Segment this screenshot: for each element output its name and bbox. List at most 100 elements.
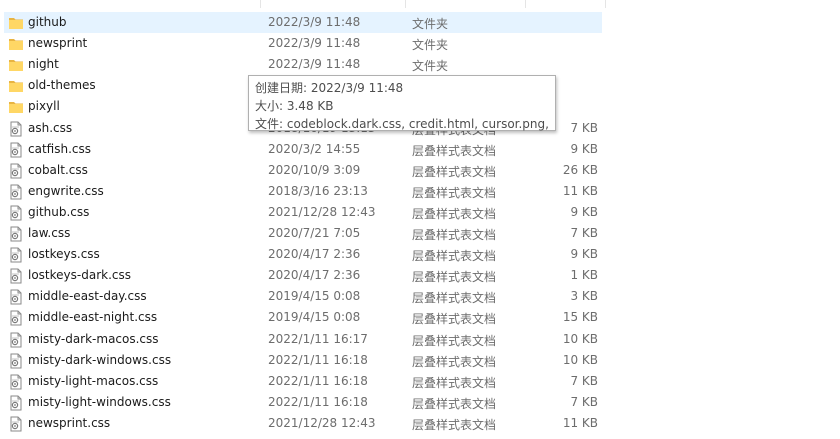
- file-row[interactable]: cobalt.css 2020/10/9 3:09 层叠样式表文档 26 KB: [4, 160, 602, 181]
- file-size: 3 KB: [570, 289, 598, 304]
- folder-row[interactable]: night 2022/3/9 11:48 文件夹: [4, 54, 602, 75]
- file-date-modified: 2022/3/9 11:48: [268, 36, 361, 51]
- column-divider: [405, 0, 406, 8]
- css-file-icon: [8, 142, 24, 158]
- file-name: misty-light-windows.css: [28, 394, 171, 409]
- file-type: 层叠样式表文档: [412, 291, 497, 306]
- file-row[interactable]: catfish.css 2020/3/2 14:55 层叠样式表文档 9 KB: [4, 139, 602, 160]
- css-file-icon: [8, 247, 24, 263]
- file-type: 文件夹: [412, 59, 449, 74]
- file-row[interactable]: middle-east-day.css 2019/4/15 0:08 层叠样式表文档…: [4, 286, 602, 307]
- file-name: misty-dark-macos.css: [28, 331, 159, 346]
- css-file-icon: [8, 395, 24, 411]
- file-date-modified: 2022/1/11 16:18: [268, 394, 368, 409]
- file-name: ash.css: [28, 120, 73, 135]
- file-row[interactable]: misty-light-windows.css 2022/1/11 16:18 层叠…: [4, 392, 602, 413]
- file-name: lostkeys.css: [28, 247, 100, 262]
- file-size: 10 KB: [562, 331, 598, 346]
- file-type: 层叠样式表文档: [412, 354, 497, 369]
- file-name: github.css: [28, 204, 90, 219]
- file-name: night: [28, 57, 59, 72]
- css-file-icon: [8, 310, 24, 326]
- file-date-modified: 2021/12/28 12:43: [268, 415, 376, 430]
- file-row[interactable]: github.css 2021/12/28 12:43 层叠样式表文档 9 KB: [4, 202, 602, 223]
- file-size: 9 KB: [570, 204, 598, 219]
- file-date-modified: 2022/1/11 16:17: [268, 331, 368, 346]
- folder-icon: [8, 36, 24, 52]
- file-type: 文件夹: [412, 38, 449, 53]
- folder-row[interactable]: newsprint 2022/3/9 11:48 文件夹: [4, 33, 602, 54]
- file-date-modified: 2019/4/15 0:08: [268, 310, 361, 325]
- css-file-icon: [8, 416, 24, 432]
- css-file-icon: [8, 268, 24, 284]
- file-size: 1 KB: [570, 268, 598, 283]
- file-size: 10 KB: [562, 352, 598, 367]
- column-divider: [525, 0, 526, 8]
- file-name: middle-east-day.css: [28, 289, 147, 304]
- file-row[interactable]: misty-light-macos.css 2022/1/11 16:18 层叠样式…: [4, 371, 602, 392]
- css-file-icon: [8, 374, 24, 390]
- file-name: engwrite.css: [28, 183, 104, 198]
- file-size: 26 KB: [562, 162, 598, 177]
- file-size: 7 KB: [570, 373, 598, 388]
- folder-icon: [8, 15, 24, 31]
- file-size: 7 KB: [570, 226, 598, 240]
- folder-row[interactable]: github 2022/3/9 11:48 文件夹: [4, 12, 602, 33]
- file-date-modified: 2020/4/17 2:36: [268, 247, 361, 262]
- file-name: pixyll: [28, 99, 60, 114]
- file-type: 层叠样式表文档: [412, 333, 497, 348]
- file-name: github: [28, 15, 67, 29]
- file-type: 层叠样式表文档: [412, 206, 497, 221]
- file-type: 层叠样式表文档: [412, 185, 497, 200]
- file-name: law.css: [28, 226, 71, 240]
- file-row[interactable]: engwrite.css 2018/3/16 23:13 层叠样式表文档 11 KB: [4, 181, 602, 202]
- file-type: 层叠样式表文档: [412, 375, 497, 390]
- file-type: 层叠样式表文档: [412, 312, 497, 327]
- file-date-modified: 2018/3/16 23:13: [268, 183, 368, 198]
- file-row[interactable]: newsprint.css 2021/12/28 12:43 层叠样式表文档 11 K…: [4, 413, 602, 434]
- css-file-icon: [8, 163, 24, 179]
- file-size: 11 KB: [562, 415, 598, 430]
- file-row[interactable]: lostkeys.css 2020/4/17 2:36 层叠样式表文档 9 KB: [4, 244, 602, 265]
- file-type: 层叠样式表文档: [412, 396, 497, 411]
- file-name: cobalt.css: [28, 162, 88, 177]
- file-row[interactable]: misty-dark-windows.css 2022/1/11 16:18 层叠样…: [4, 350, 602, 371]
- file-name: catfish.css: [28, 141, 91, 156]
- file-row[interactable]: misty-dark-macos.css 2022/1/11 16:17 层叠样式表…: [4, 329, 602, 350]
- file-name: misty-dark-windows.css: [28, 352, 172, 367]
- file-size: 15 KB: [562, 310, 598, 325]
- file-row[interactable]: lostkeys-dark.css 2020/4/17 2:36 层叠样式表文档 1 …: [4, 265, 602, 286]
- css-file-icon: [8, 205, 24, 221]
- column-divider: [260, 0, 261, 8]
- file-date-modified: 2020/10/9 3:09: [268, 162, 361, 177]
- css-file-icon: [8, 226, 24, 242]
- css-file-icon: [8, 332, 24, 348]
- file-date-modified: 2020/4/17 2:36: [268, 268, 361, 283]
- file-type: 层叠样式表文档: [412, 270, 497, 285]
- file-size: 9 KB: [570, 247, 598, 262]
- tooltip-size: 大小: 3.48 KB: [255, 99, 334, 113]
- file-type: 层叠样式表文档: [412, 143, 497, 158]
- file-size: 11 KB: [562, 183, 598, 198]
- file-type: 层叠样式表文档: [412, 228, 497, 242]
- tooltip-created-date: 创建日期: 2022/3/9 11:48: [255, 81, 404, 95]
- file-name: lostkeys-dark.css: [28, 268, 131, 283]
- file-date-modified: 2022/3/9 11:48: [268, 15, 361, 29]
- css-file-icon: [8, 121, 24, 137]
- file-date-modified: 2019/4/15 0:08: [268, 289, 361, 304]
- file-name: misty-light-macos.css: [28, 373, 159, 388]
- file-date-modified: 2022/1/11 16:18: [268, 352, 368, 367]
- file-size: 9 KB: [570, 141, 598, 156]
- css-file-icon: [8, 184, 24, 200]
- file-date-modified: 2020/7/21 7:05: [268, 226, 361, 240]
- file-date-modified: 2022/1/11 16:18: [268, 373, 368, 388]
- file-name: newsprint.css: [28, 415, 111, 430]
- file-date-modified: 2021/12/28 12:43: [268, 204, 376, 219]
- file-name: old-themes: [28, 78, 96, 93]
- folder-info-tooltip: 创建日期: 2022/3/9 11:48 大小: 3.48 KB 文件: cod…: [248, 75, 556, 131]
- tooltip-files: 文件: codeblock.dark.css, credit.html, cur…: [255, 117, 549, 131]
- file-name: newsprint: [28, 36, 88, 51]
- file-type: 文件夹: [412, 17, 449, 31]
- file-row[interactable]: law.css 2020/7/21 7:05 层叠样式表文档 7 KB: [4, 223, 602, 244]
- file-row[interactable]: middle-east-night.css 2019/4/15 0:08 层叠样式表…: [4, 307, 602, 328]
